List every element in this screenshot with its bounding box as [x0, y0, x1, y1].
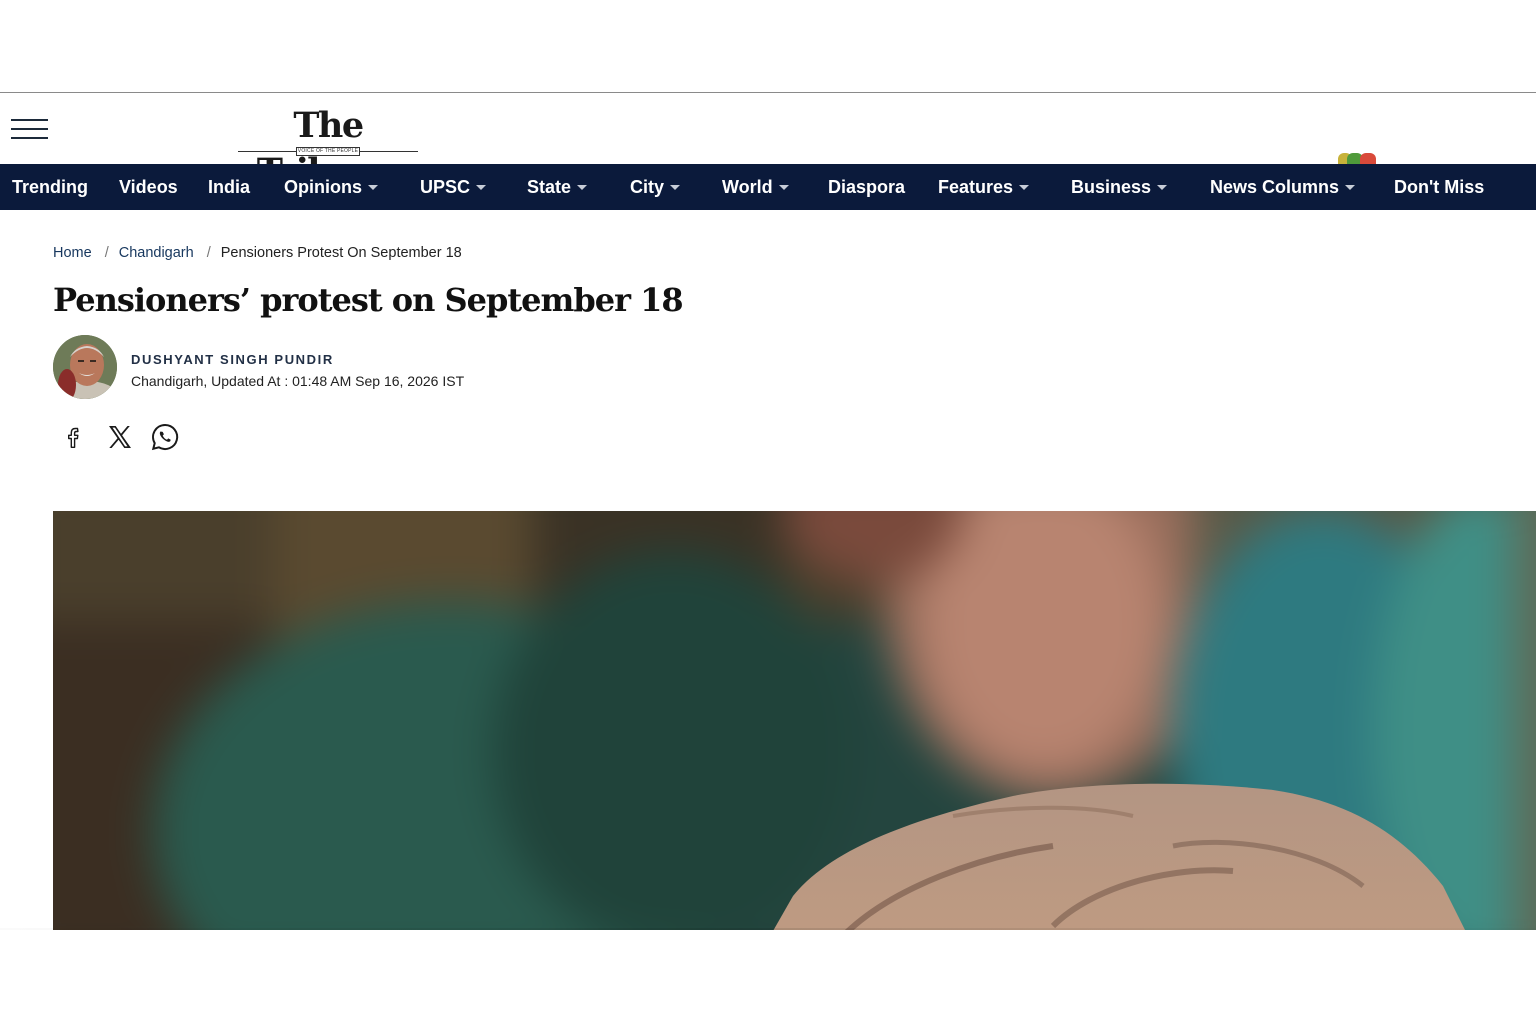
nav-item-trending[interactable]: Trending — [12, 164, 88, 210]
author-avatar[interactable] — [53, 335, 117, 399]
whatsapp-share-icon[interactable] — [149, 421, 181, 453]
caret-down-icon — [1019, 185, 1030, 190]
caret-down-icon — [476, 185, 487, 190]
nav-item-world[interactable]: World — [722, 164, 789, 210]
hands-illustration — [773, 783, 1465, 930]
breadcrumb-separator: / — [104, 245, 109, 261]
nav-item-videos[interactable]: Videos — [119, 164, 178, 210]
article-dateline: Chandigarh, Updated At : 01:48 AM Sep 16… — [131, 373, 465, 389]
nav-item-news-columns[interactable]: News Columns — [1210, 164, 1356, 210]
author-name[interactable]: Dushyant Singh Pundir — [131, 352, 334, 367]
breadcrumb-current: Pensioners Protest On September 18 — [220, 245, 462, 261]
nav-item-city[interactable]: City — [630, 164, 681, 210]
page: The Tribune VOICE OF THE PEOPLE Trending… — [0, 0, 1536, 1024]
breadcrumb-home-link[interactable]: Home — [53, 245, 92, 261]
site-logo[interactable]: The Tribune VOICE OF THE PEOPLE — [235, 103, 421, 192]
nav-item-features[interactable]: Features — [938, 164, 1030, 210]
breadcrumb-section-link[interactable]: Chandigarh — [119, 245, 194, 261]
main-navigation: Trending Videos India Opinions UPSC Stat… — [0, 164, 1536, 210]
caret-down-icon — [577, 185, 588, 190]
x-share-icon[interactable] — [104, 421, 136, 453]
nav-item-dont-miss[interactable]: Don't Miss — [1394, 164, 1484, 210]
caret-down-icon — [1345, 185, 1356, 190]
facebook-share-icon[interactable] — [59, 421, 91, 453]
nav-item-diaspora[interactable]: Diaspora — [828, 164, 905, 210]
logo-tagline: VOICE OF THE PEOPLE — [296, 147, 360, 156]
hamburger-menu-icon[interactable] — [11, 117, 49, 143]
nav-item-india[interactable]: India — [208, 164, 250, 210]
viewport-bottom-edge — [0, 928, 1536, 930]
article-title: Pensioners’ protest on September 18 — [53, 281, 684, 319]
nav-item-state[interactable]: State — [527, 164, 588, 210]
header-emblem-icon — [1338, 153, 1376, 164]
nav-item-opinions[interactable]: Opinions — [284, 164, 378, 210]
caret-down-icon — [1157, 185, 1168, 190]
breadcrumb-separator: / — [206, 245, 211, 261]
nav-item-business[interactable]: Business — [1071, 164, 1168, 210]
caret-down-icon — [778, 185, 789, 190]
author-photo — [53, 335, 117, 399]
caret-down-icon — [670, 185, 681, 190]
site-header: The Tribune VOICE OF THE PEOPLE — [0, 93, 1536, 192]
nav-item-upsc[interactable]: UPSC — [420, 164, 487, 210]
caret-down-icon — [368, 185, 378, 190]
hero-image — [53, 511, 1536, 930]
breadcrumb: Home / Chandigarh / Pensioners Protest On Se… — [53, 243, 462, 263]
